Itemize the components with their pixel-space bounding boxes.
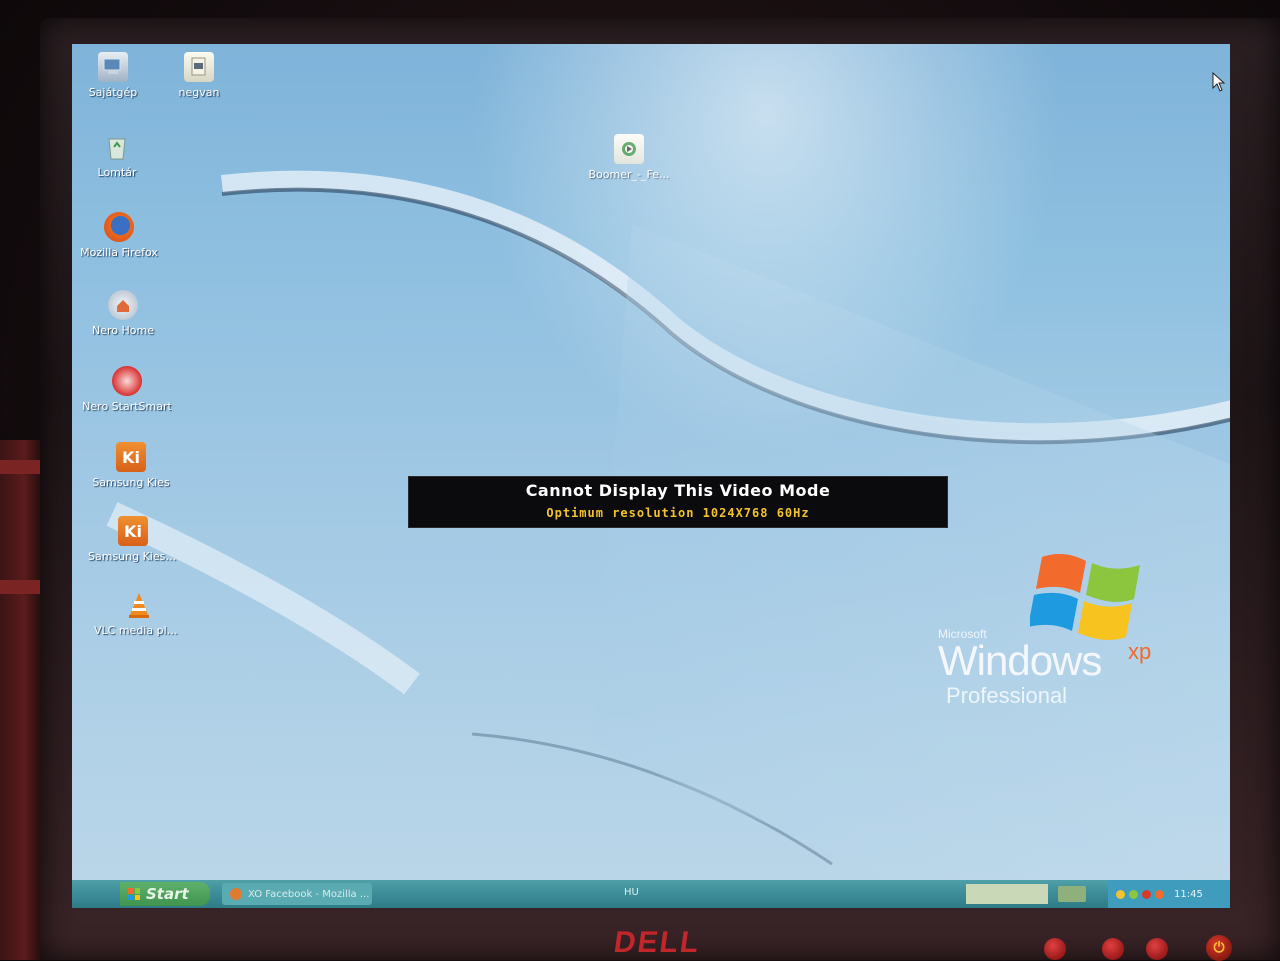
recycle-bin-icon (102, 132, 132, 162)
desktop-icon-label: Lomtár (97, 166, 137, 179)
desktop-icon-vlc[interactable]: VLC media player (94, 590, 184, 637)
monitor-menu-button[interactable] (1044, 938, 1066, 960)
start-label: Start (146, 885, 189, 903)
windows-xp-logo: Microsoft Windows xp Professional (938, 549, 1178, 719)
dell-logo: DELL (611, 926, 703, 959)
taskbar: Start XO Facebook - Mozilla ... HU 11:45 (72, 880, 1230, 908)
media-file-icon (614, 134, 644, 164)
samsung-kies-lite-icon: Ki (118, 516, 148, 546)
vlc-icon (124, 590, 154, 620)
tray-shield-icon[interactable] (1116, 889, 1125, 899)
system-tray: 11:45 (1108, 880, 1230, 908)
start-button[interactable]: Start (120, 882, 210, 906)
tray-network-icon[interactable] (1058, 886, 1086, 902)
desktop-icon-recycle-bin[interactable]: Lomtár (72, 132, 162, 179)
desktop-icon-label: negvan (178, 86, 220, 99)
xp-logo-xp: xp (1128, 639, 1152, 664)
desktop-icon-label: Sajátgép (88, 86, 138, 99)
monitor-adjust-button[interactable] (1102, 938, 1124, 960)
firefox-icon (230, 888, 242, 900)
nero-home-icon (108, 290, 138, 320)
desktop-icon-firefox[interactable]: Mozilla Firefox (74, 212, 164, 259)
desktop-icon-nero-home[interactable]: Nero Home (78, 290, 168, 337)
samsung-kies-icon: Ki (116, 442, 146, 472)
osd-resolution: Optimum resolution 1024X768 60Hz (546, 506, 810, 520)
mouse-cursor-icon (1212, 72, 1226, 92)
my-computer-icon (98, 52, 128, 82)
xp-logo-windows: Windows (938, 637, 1102, 684)
background-shelf (0, 440, 40, 960)
desktop-icon-my-computer[interactable]: Sajátgép (72, 52, 158, 99)
tray-antivirus-icon[interactable] (1142, 889, 1151, 899)
desktop-screen: Sajátgép negvan Lomtár Mozilla Firefox N… (72, 44, 1230, 908)
taskbar-item-label: XO Facebook - Mozilla ... (248, 888, 370, 900)
nero-startsmart-icon (112, 366, 142, 396)
desktop-icon-label: Mozilla Firefox (80, 246, 158, 259)
tray-volume-icon[interactable] (1129, 889, 1138, 899)
desktop-icon-negvan[interactable]: negvan (154, 52, 244, 99)
desktop-icon-nero-startsmart[interactable]: Nero StartSmart (82, 366, 172, 413)
desktop-icon-boomer-file[interactable]: Boomer_-_Fe... (584, 134, 674, 181)
language-indicator[interactable]: HU (624, 887, 639, 898)
tray-update-icon[interactable] (1155, 889, 1164, 899)
tray-clock[interactable]: 11:45 (1174, 889, 1203, 900)
firefox-icon (104, 212, 134, 242)
desktop-icon-label: VLC media player (94, 624, 184, 637)
windows-flag-icon (1030, 554, 1140, 640)
power-icon[interactable]: ⏻ (1206, 935, 1232, 961)
quick-launch-panel[interactable] (966, 884, 1048, 904)
desktop-icon-label: Samsung Kies (Lite) (88, 550, 178, 563)
monitor-osd-message: Cannot Display This Video Mode Optimum r… (408, 476, 948, 528)
xp-logo-edition: Professional (946, 683, 1068, 708)
desktop-icon-label: Nero Home (92, 324, 154, 337)
document-icon (184, 52, 214, 82)
desktop-icon-label: Samsung Kies (92, 476, 170, 489)
taskbar-item-firefox[interactable]: XO Facebook - Mozilla ... (222, 883, 372, 905)
osd-title: Cannot Display This Video Mode (525, 481, 831, 500)
desktop-icon-samsung-kies-lite[interactable]: Ki Samsung Kies (Lite) (88, 516, 178, 563)
desktop-icon-label: Nero StartSmart (82, 400, 172, 413)
windows-start-icon (128, 888, 140, 900)
desktop-icon-samsung-kies[interactable]: Ki Samsung Kies (86, 442, 176, 489)
desktop-icon-label: Boomer_-_Fe... (588, 168, 670, 181)
monitor-select-button[interactable] (1146, 938, 1168, 960)
